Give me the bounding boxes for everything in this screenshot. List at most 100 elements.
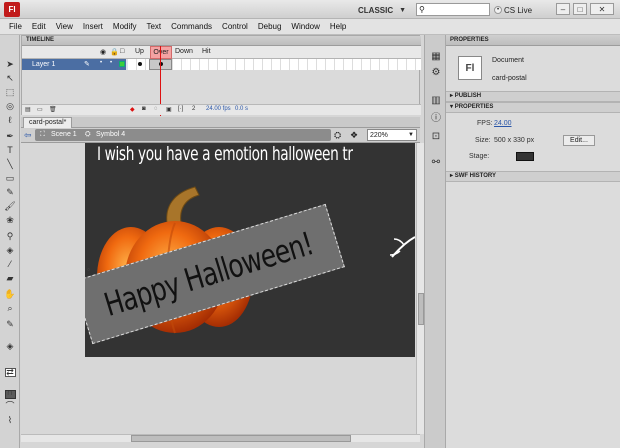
frame-label-over[interactable]: Over — [150, 46, 172, 59]
menu-text[interactable]: Text — [141, 19, 166, 35]
stage-color-swatch[interactable] — [516, 152, 534, 161]
menu-help[interactable]: Help — [325, 19, 351, 35]
menu-window[interactable]: Window — [286, 19, 324, 35]
info-panel-icon[interactable]: ⓘ — [429, 113, 443, 125]
frame-label-down[interactable]: Down — [175, 48, 193, 55]
straighten-icon[interactable]: ⌇ — [3, 415, 17, 426]
flash-logo-icon: Fl — [4, 2, 20, 17]
fill-color-bucket-icon[interactable]: ◈ — [3, 341, 17, 352]
eraser-tool-icon[interactable]: ▰ — [3, 273, 17, 284]
color-panel-icon[interactable]: ▦ — [429, 51, 443, 63]
rectangle-tool-icon[interactable]: ▭ — [3, 173, 17, 184]
edit-size-button[interactable]: Edit... — [563, 135, 595, 146]
paint-bucket-tool-icon[interactable]: ◈ — [3, 245, 17, 256]
close-button[interactable]: ✕ — [590, 3, 614, 15]
cs-live-button[interactable]: • CS Live — [494, 4, 532, 16]
vertical-scrollbar[interactable] — [416, 143, 424, 434]
flash-app-window: Fl CLASSIC ▼ ⚲ • CS Live ‒ □ ✕ File Edit… — [0, 0, 620, 448]
stroke-color-pencil-icon[interactable]: ✎ — [3, 319, 17, 330]
fps-value[interactable]: 24.00 — [494, 120, 512, 127]
new-layer-icon[interactable]: ▤ — [25, 106, 31, 113]
3d-rotation-tool-icon[interactable]: ◎ — [3, 101, 17, 112]
transform-panel-icon[interactable]: ⊡ — [429, 131, 443, 143]
cs-live-icon: • — [494, 6, 502, 14]
menu-insert[interactable]: Insert — [78, 19, 108, 35]
bone-tool-icon[interactable]: ⚲ — [3, 231, 17, 242]
outline-icon[interactable]: □ — [120, 48, 124, 55]
timeline-tab[interactable]: TIMELINE — [22, 36, 421, 46]
hand-tool-icon[interactable]: ✋ — [3, 289, 17, 300]
lock-dot-icon[interactable]: • — [110, 60, 112, 66]
frame-label-hit[interactable]: Hit — [202, 48, 211, 55]
menu-control[interactable]: Control — [217, 19, 253, 35]
menu-edit[interactable]: Edit — [27, 19, 51, 35]
brush-tool-icon[interactable]: 🖌 — [3, 201, 17, 212]
search-input[interactable]: ⚲ — [416, 3, 490, 16]
elapsed-time[interactable]: 0.0 s — [235, 106, 248, 112]
minimize-button[interactable]: ‒ — [556, 3, 570, 15]
edit-multiple-frames-icon[interactable]: ▣ — [166, 106, 172, 113]
current-frame[interactable]: 2 — [192, 106, 195, 112]
edit-scene-icon[interactable]: ⛭ — [334, 130, 341, 141]
new-folder-icon[interactable]: ▭ — [37, 106, 43, 113]
eyedropper-tool-icon[interactable]: ⁄ — [3, 259, 17, 270]
swf-history-section-header[interactable]: ▸ SWF HISTORY — [446, 171, 620, 182]
pen-tool-icon[interactable]: ✒ — [3, 131, 17, 142]
zoom-tool-icon[interactable]: ⌕ — [3, 303, 17, 314]
frame-rate[interactable]: 24.00 fps — [206, 106, 231, 112]
deco-tool-icon[interactable]: ❀ — [3, 215, 17, 226]
center-frame-icon[interactable]: ◆ — [130, 106, 135, 113]
snap-magnet-icon[interactable]: ∩ — [3, 387, 17, 398]
selection-tool-icon[interactable]: ➤ — [3, 59, 17, 70]
free-transform-tool-icon[interactable]: ⬚ — [3, 87, 17, 98]
menu-file[interactable]: File — [4, 19, 27, 35]
menu-view[interactable]: View — [51, 19, 78, 35]
lasso-tool-icon[interactable]: ℓ — [3, 115, 17, 126]
frame-strip[interactable] — [128, 59, 421, 70]
menu-commands[interactable]: Commands — [166, 19, 217, 35]
timeline-status-bar: ▤ ▭ 🗑 ◆ ◙ ◌ ▣ [·] 2 24.00 fps 0.0 s — [22, 104, 421, 115]
delete-layer-icon[interactable]: 🗑 — [49, 106, 57, 113]
stage[interactable]: I wish you have a emotion halloween tr H… — [85, 143, 415, 357]
maximize-button[interactable]: □ — [573, 3, 587, 15]
line-tool-icon[interactable]: ╲ — [3, 159, 17, 170]
menu-modify[interactable]: Modify — [108, 19, 142, 35]
breadcrumb-scene[interactable]: Scene 1 — [51, 131, 77, 138]
onion-outline-icon[interactable]: ◌ — [154, 106, 158, 112]
zoom-select[interactable]: 220% ▼ — [367, 129, 417, 141]
document-type-label: Document — [492, 57, 524, 64]
keyframe-up[interactable] — [138, 62, 142, 66]
swap-colors-icon[interactable]: ⇄ — [3, 367, 17, 378]
workspace-label: CLASSIC — [358, 5, 394, 15]
menu-debug[interactable]: Debug — [253, 19, 287, 35]
layer-outline-color[interactable] — [119, 61, 125, 67]
layer-row[interactable]: Layer 1 ✎ • • — [22, 59, 421, 70]
smooth-icon[interactable]: ⌒ — [3, 401, 17, 412]
breadcrumb-symbol[interactable]: Symbol 4 — [96, 131, 125, 138]
frame-label-up[interactable]: Up — [135, 48, 144, 55]
pencil-tool-icon[interactable]: ✎ — [3, 187, 17, 198]
visibility-dot-icon[interactable]: • — [100, 60, 102, 66]
back-arrow-icon[interactable]: ⇦ — [24, 130, 32, 141]
lock-icon[interactable]: 🔒 — [110, 48, 119, 56]
properties-section-header[interactable]: ▾ PROPERTIES — [446, 102, 620, 113]
library-panel-icon[interactable]: ▥ — [429, 95, 443, 107]
symbol-icon: ⛭ — [85, 131, 91, 138]
eye-icon[interactable]: ◉ — [100, 48, 106, 56]
publish-section-header[interactable]: ▸ PUBLISH — [446, 91, 620, 102]
swatches-panel-icon[interactable]: ⚙ — [429, 67, 443, 79]
workspace-switcher[interactable]: CLASSIC ▼ — [358, 4, 406, 16]
properties-tab[interactable]: PROPERTIES — [446, 35, 620, 46]
document-tab[interactable]: card-postal* — [23, 117, 73, 128]
horizontal-scrollbar[interactable] — [21, 434, 420, 442]
onion-skin-icon[interactable]: ◙ — [142, 106, 146, 112]
text-tool-icon[interactable]: T — [3, 145, 17, 156]
size-value: 500 x 330 px — [494, 137, 535, 144]
edit-symbols-icon[interactable]: ❖ — [350, 130, 358, 141]
subselection-tool-icon[interactable]: ↖ — [3, 73, 17, 84]
motion-presets-icon[interactable]: ⚯ — [429, 157, 443, 169]
modify-onion-markers-icon[interactable]: [·] — [178, 106, 183, 112]
size-label: Size: — [475, 137, 491, 144]
stage-headline-text[interactable]: I wish you have a emotion halloween tr — [97, 143, 353, 165]
horizontal-scroll-thumb[interactable] — [131, 435, 351, 442]
